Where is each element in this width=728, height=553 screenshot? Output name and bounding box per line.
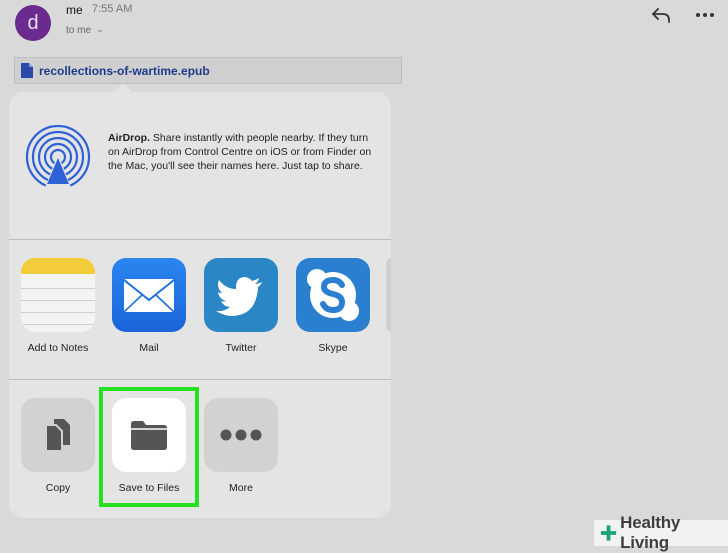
avatar[interactable]: d xyxy=(15,5,51,41)
action-save-to-files[interactable]: Save to Files xyxy=(103,398,195,494)
share-sheet: AirDrop. Share instantly with people nea… xyxy=(9,92,391,518)
chevron-down-icon: ⌄ xyxy=(96,24,104,34)
mail-icon xyxy=(112,258,186,332)
attachment-name: recollections-of-wartime.epub xyxy=(39,63,210,78)
app-label: Mail xyxy=(139,342,159,354)
skype-icon xyxy=(296,258,370,332)
apps-row: Add to Notes Mail Twitter Skype xyxy=(9,258,391,358)
app-mail[interactable]: Mail xyxy=(103,258,195,354)
app-twitter[interactable]: Twitter xyxy=(195,258,287,354)
action-copy[interactable]: Copy xyxy=(12,398,104,494)
airdrop-icon xyxy=(25,124,91,190)
folder-icon xyxy=(131,421,167,450)
copy-tile xyxy=(21,398,95,472)
airdrop-section[interactable]: AirDrop. Share instantly with people nea… xyxy=(9,92,391,239)
document-icon xyxy=(21,63,33,78)
copy-icon xyxy=(45,419,70,452)
more-tile xyxy=(204,398,278,472)
actions-row: Copy Save to Files More xyxy=(9,398,391,508)
app-add-to-notes[interactable]: Add to Notes xyxy=(12,258,104,354)
action-more[interactable]: More xyxy=(195,398,287,494)
next-app-tile[interactable] xyxy=(386,258,391,332)
recipient-label: to me xyxy=(66,25,92,36)
email-time: 7:55 AM xyxy=(92,3,133,15)
app-skype[interactable]: Skype xyxy=(287,258,379,354)
action-label: More xyxy=(229,482,253,494)
app-label: Twitter xyxy=(225,342,257,354)
airdrop-description: AirDrop. Share instantly with people nea… xyxy=(108,131,373,173)
notes-icon xyxy=(21,258,95,332)
cross-logo-icon xyxy=(600,525,617,541)
more-icon[interactable] xyxy=(694,6,716,24)
watermark: Healthy Living xyxy=(594,513,728,552)
recipient-toggle[interactable]: to me ⌄ xyxy=(66,24,104,36)
watermark-text: Healthy Living xyxy=(620,513,681,552)
avatar-letter: d xyxy=(27,11,39,34)
divider xyxy=(9,379,391,380)
attachment-link[interactable]: recollections-of-wartime.epub xyxy=(14,57,402,84)
twitter-icon xyxy=(204,258,278,332)
action-label: Save to Files xyxy=(118,482,180,494)
reply-icon[interactable] xyxy=(650,6,672,24)
sender-name: me xyxy=(66,3,83,17)
divider xyxy=(9,239,391,240)
more-dots-icon xyxy=(220,429,262,441)
app-label: Add to Notes xyxy=(27,342,89,354)
save-to-files-tile xyxy=(112,398,186,472)
action-label: Copy xyxy=(45,482,71,494)
airdrop-title: AirDrop. xyxy=(108,132,150,144)
app-label: Skype xyxy=(318,342,348,354)
